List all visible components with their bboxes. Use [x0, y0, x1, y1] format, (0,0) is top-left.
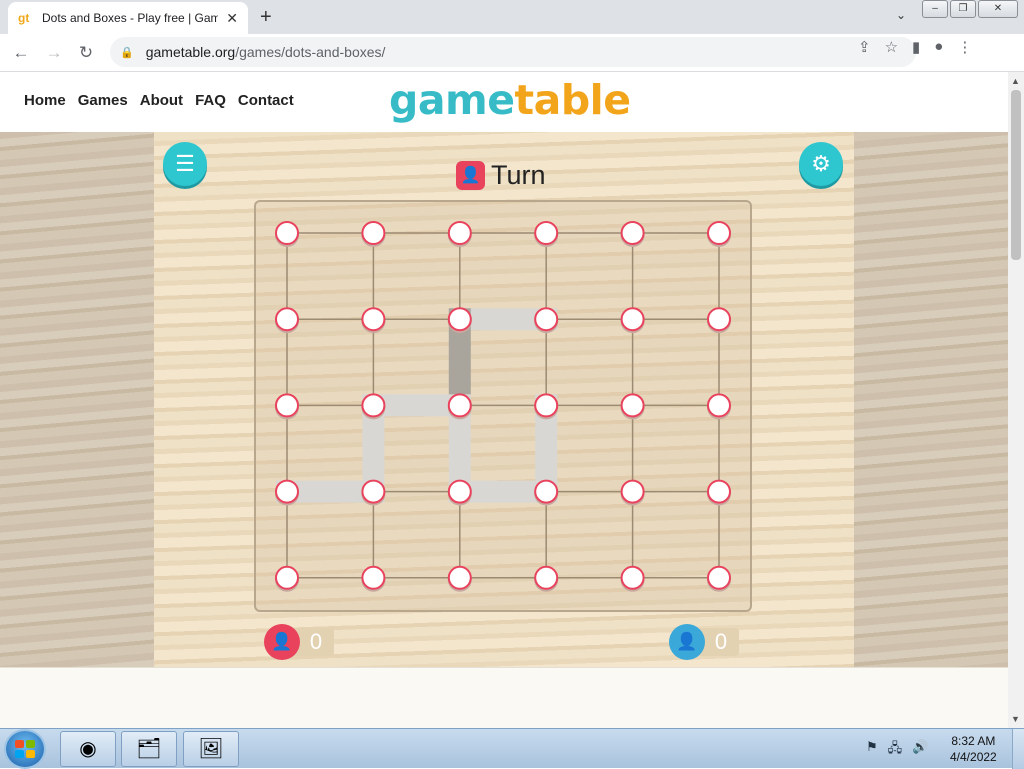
turn-label: Turn [491, 160, 546, 190]
clock-time: 8:32 AM [951, 734, 996, 748]
browser-menu-icon[interactable]: ⋮ [957, 38, 972, 56]
board-dot[interactable] [534, 221, 559, 245]
board-dot[interactable] [361, 479, 386, 504]
tab-search-chevron-icon[interactable]: ⌄ [896, 8, 906, 22]
board-dot[interactable] [707, 479, 731, 504]
new-tab-plus-icon[interactable]: + [260, 6, 272, 29]
board-dot[interactable] [447, 393, 472, 418]
window-controls: – ❐ ✕ [920, 0, 1018, 18]
show-desktop-button[interactable] [1012, 729, 1024, 769]
nav-home-link[interactable]: Home [24, 92, 66, 109]
board-dot[interactable] [275, 479, 299, 504]
profile-icon[interactable]: ● [934, 38, 943, 56]
board-dot[interactable] [620, 221, 645, 245]
turn-player-icon: 👤 [456, 161, 485, 190]
minimize-icon[interactable]: – [922, 0, 948, 18]
chrome-taskbar-icon[interactable]: ◉ [60, 731, 116, 767]
board-dot[interactable] [361, 221, 386, 245]
volume-icon[interactable]: 🔊 [912, 739, 928, 761]
board-dot[interactable] [275, 565, 299, 590]
nav-about-link[interactable]: About [140, 92, 183, 109]
network-icon[interactable]: 🖧 [888, 739, 903, 761]
board-dot[interactable] [620, 393, 645, 418]
settings-gear-icon[interactable]: ⚙ [799, 142, 843, 186]
board-dot[interactable] [707, 393, 731, 418]
board-grid [275, 221, 731, 592]
tab-close-icon[interactable]: ✕ [226, 10, 238, 27]
file-explorer-taskbar-icon[interactable]: 🗂 [121, 731, 177, 767]
board-dot[interactable] [275, 307, 299, 332]
start-button[interactable] [6, 731, 44, 767]
browser-toolbar: ← → ↻ 🔒 gametable.org /games/dots-and-bo… [0, 34, 1024, 72]
red-player-avatar-icon: 👤 [264, 624, 300, 660]
nav-games-link[interactable]: Games [78, 92, 128, 109]
windows-taskbar: ◉ 🗂 🖼 ⚑ 🖧 🔊 8:32 AM 4/4/2022 [0, 728, 1024, 769]
board-dot[interactable] [707, 221, 731, 245]
tab-title: Dots and Boxes - Play free | Gam [42, 11, 218, 25]
toolbar-actions: ⇪ ☆ ▮ ● ⋮ [858, 38, 972, 56]
window-close-icon[interactable]: ✕ [978, 0, 1018, 18]
board-dot[interactable] [361, 393, 386, 418]
site-header: Home Games About FAQ Contact gametable [0, 72, 1008, 132]
forward-arrow-icon[interactable]: → [43, 42, 65, 64]
scroll-thumb[interactable] [1011, 90, 1021, 260]
board-dot[interactable] [534, 393, 559, 418]
restore-icon[interactable]: ❐ [950, 0, 976, 18]
board-dot[interactable] [707, 565, 731, 590]
board-dot[interactable] [707, 307, 731, 332]
tab-favicon-icon: gt [18, 11, 30, 25]
bookmark-star-icon[interactable]: ☆ [885, 38, 898, 56]
browser-tab[interactable]: gt Dots and Boxes - Play free | Gam ✕ [8, 2, 248, 34]
page-viewport: Home Games About FAQ Contact gametable ☰… [0, 72, 1008, 728]
clock-date: 4/4/2022 [950, 750, 997, 764]
board-dot[interactable] [620, 565, 645, 590]
taskbar-clock[interactable]: 8:32 AM 4/4/2022 [950, 733, 997, 765]
board-dot[interactable] [534, 565, 559, 590]
board-dot[interactable] [534, 479, 559, 504]
board-dot[interactable] [447, 221, 472, 245]
board-dot[interactable] [361, 565, 386, 590]
windows-logo-icon [15, 740, 35, 758]
turn-indicator: 👤 Turn [456, 160, 546, 191]
side-panel-icon[interactable]: ▮ [912, 38, 920, 56]
lock-icon[interactable]: 🔒 [120, 46, 134, 59]
blue-player-score: 👤 0 [669, 624, 739, 660]
board-dot[interactable] [620, 307, 645, 332]
page-scrollbar[interactable]: ▲ ▼ [1008, 72, 1024, 728]
address-bar[interactable]: 🔒 gametable.org /games/dots-and-boxes/ [110, 37, 916, 67]
board-dot[interactable] [447, 479, 472, 504]
below-game-area [0, 667, 1008, 728]
share-icon[interactable]: ⇪ [858, 38, 871, 56]
back-arrow-icon[interactable]: ← [10, 42, 32, 64]
site-logo[interactable]: gametable [389, 76, 631, 124]
action-center-flag-icon[interactable]: ⚑ [866, 739, 878, 761]
scroll-up-icon[interactable]: ▲ [1011, 76, 1020, 86]
red-player-score: 👤 0 [264, 624, 334, 660]
nav-contact-link[interactable]: Contact [238, 92, 294, 109]
picture-viewer-taskbar-icon[interactable]: 🖼 [183, 731, 239, 767]
reload-icon[interactable]: ↻ [75, 42, 97, 64]
board-dot[interactable] [447, 565, 472, 590]
browser-tab-strip: gt Dots and Boxes - Play free | Gam ✕ + … [0, 0, 1024, 34]
system-tray: ⚑ 🖧 🔊 [866, 739, 928, 761]
url-host: gametable.org [145, 44, 236, 60]
board-dot[interactable] [620, 479, 645, 504]
menu-list-icon[interactable]: ☰ [163, 142, 207, 186]
game-stage: ☰ ⚙ 👤 Turn 👤 0 👤 0 [0, 132, 1008, 667]
board-dot[interactable] [534, 307, 559, 332]
url-path: /games/dots-and-boxes/ [235, 44, 386, 60]
board-dot[interactable] [447, 307, 472, 332]
logo-part-game: game [389, 76, 515, 124]
board-dot[interactable] [275, 221, 299, 245]
game-panel: ☰ ⚙ 👤 Turn 👤 0 👤 0 [154, 132, 854, 667]
board-dot[interactable] [275, 393, 299, 418]
site-nav: Home Games About FAQ Contact [24, 92, 294, 109]
board-dot[interactable] [361, 307, 386, 332]
scroll-down-icon[interactable]: ▼ [1011, 714, 1020, 724]
logo-part-table: table [514, 76, 631, 124]
dots-board [254, 200, 752, 612]
nav-faq-link[interactable]: FAQ [195, 92, 226, 109]
blue-player-avatar-icon: 👤 [669, 624, 705, 660]
